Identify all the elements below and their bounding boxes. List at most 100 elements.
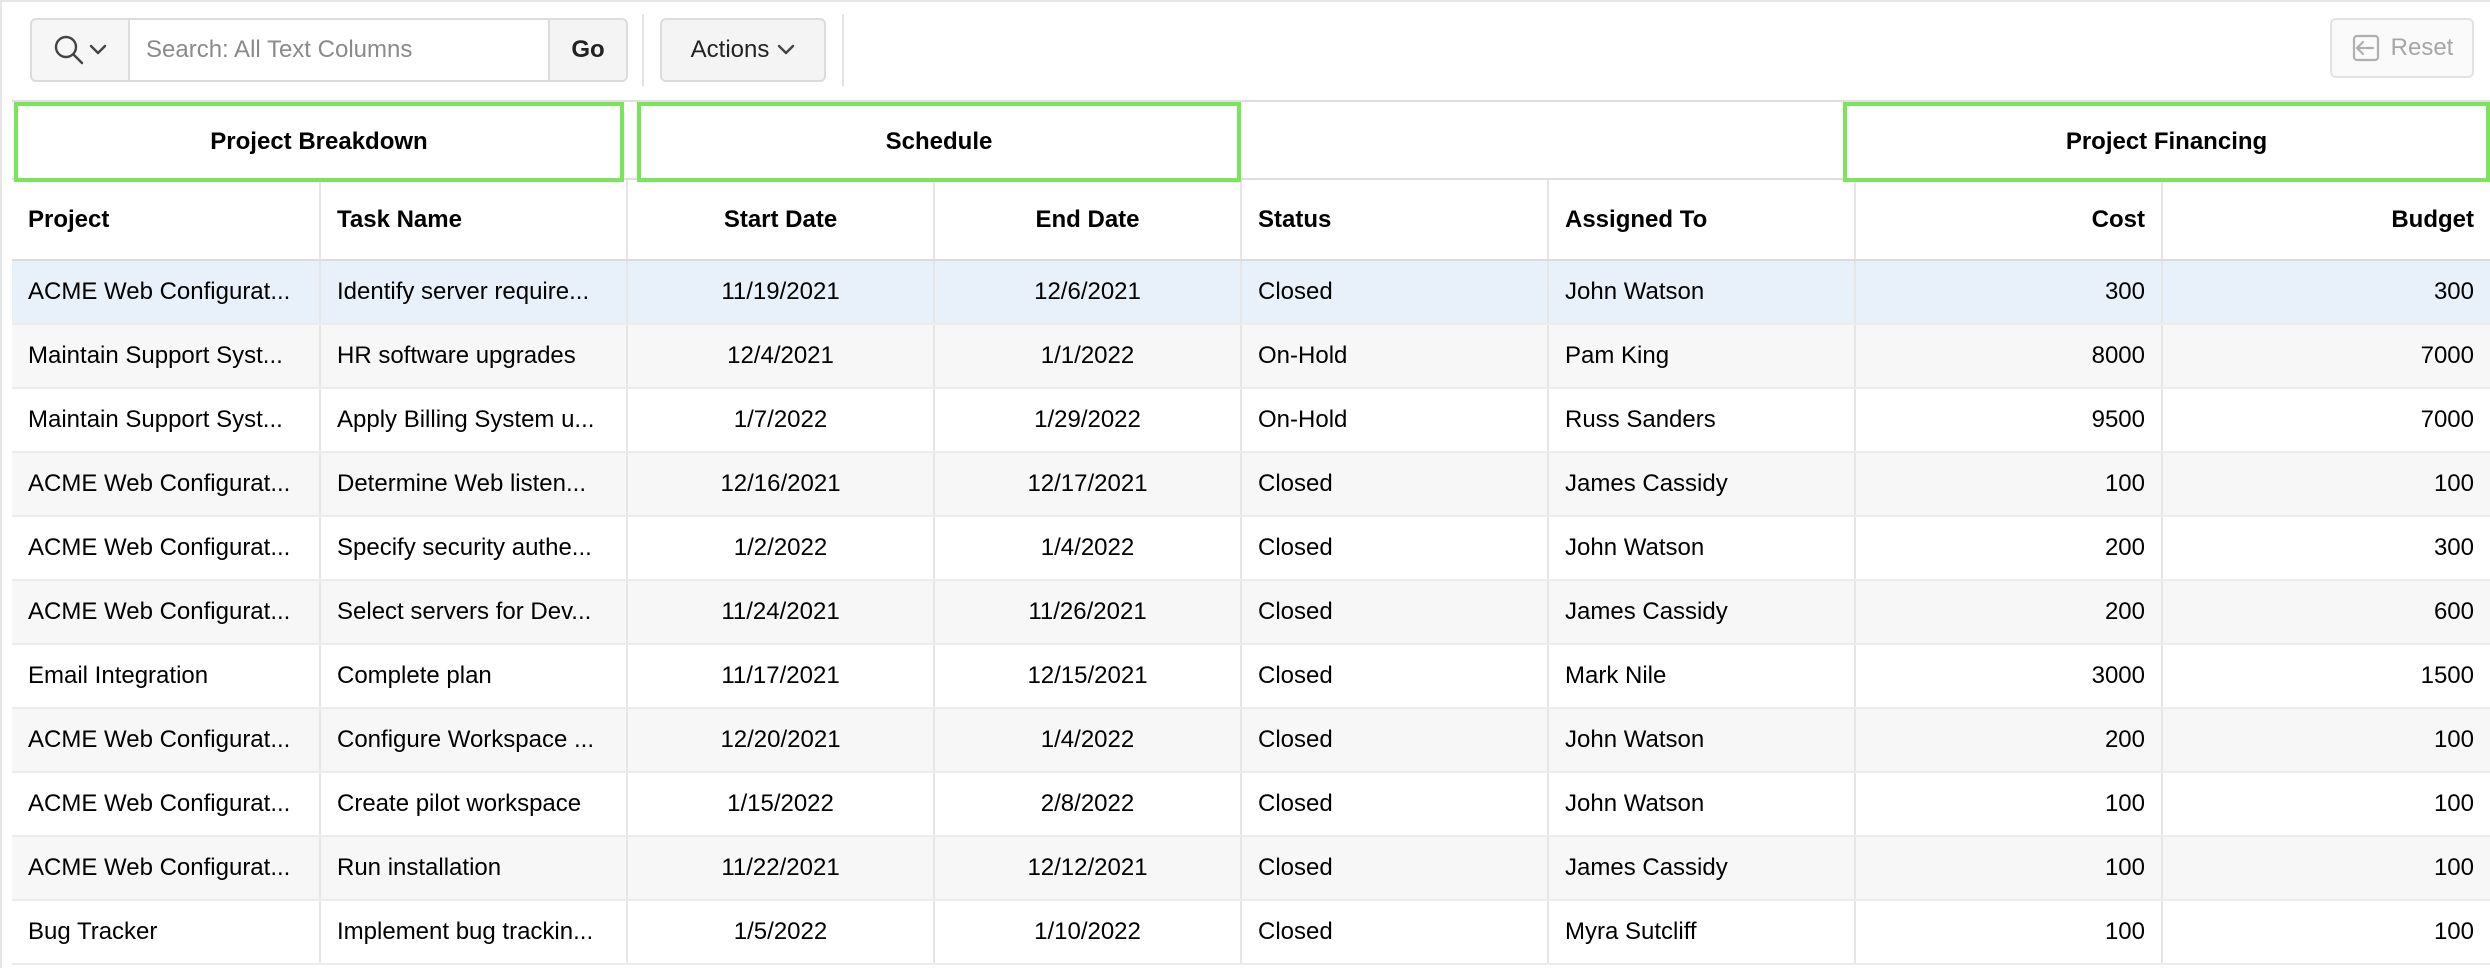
- cell-start-date: 11/19/2021: [627, 260, 935, 325]
- cell-cost: 200: [1855, 516, 2163, 581]
- cell-task-name: Configure Workspace ...: [320, 708, 628, 773]
- cell-task-name: Complete plan: [320, 644, 628, 709]
- reset-icon: [2351, 33, 2381, 63]
- search-column-selector[interactable]: [32, 20, 130, 80]
- cell-end-date: 1/1/2022: [934, 324, 1242, 389]
- table-row[interactable]: Bug Tracker Implement bug trackin... 1/5/2…: [12, 900, 2490, 965]
- column-header-budget[interactable]: Budget: [2162, 180, 2490, 261]
- table-row[interactable]: ACME Web Configurat... Select servers for…: [12, 580, 2490, 645]
- cell-project: ACME Web Configurat...: [12, 260, 321, 325]
- cell-project: ACME Web Configurat...: [12, 836, 321, 901]
- cell-cost: 100: [1855, 772, 2163, 837]
- table-row[interactable]: ACME Web Configurat... Create pilot works…: [12, 772, 2490, 837]
- cell-end-date: 12/15/2021: [934, 644, 1242, 709]
- cell-start-date: 11/22/2021: [627, 836, 935, 901]
- column-header-project[interactable]: Project: [12, 180, 321, 261]
- cell-start-date: 1/15/2022: [627, 772, 935, 837]
- table-row[interactable]: ACME Web Configurat... Identify server re…: [12, 260, 2490, 325]
- cell-status: Closed: [1241, 452, 1549, 517]
- column-header-end-date[interactable]: End Date: [934, 180, 1242, 261]
- table-row[interactable]: ACME Web Configurat... Configure Workspac…: [12, 708, 2490, 773]
- cell-budget: 100: [2162, 772, 2490, 837]
- reset-button[interactable]: Reset: [2330, 18, 2474, 78]
- cell-cost: 200: [1855, 708, 2163, 773]
- cell-task-name: Identify server require...: [320, 260, 628, 325]
- reset-label: Reset: [2390, 34, 2454, 61]
- cell-budget: 300: [2162, 516, 2490, 581]
- search-input[interactable]: [130, 20, 548, 80]
- cell-project: Maintain Support Syst...: [12, 388, 321, 453]
- cell-task-name: Select servers for Dev...: [320, 580, 628, 645]
- cell-end-date: 2/8/2022: [934, 772, 1242, 837]
- cell-task-name: Implement bug trackin...: [320, 900, 628, 965]
- cell-assigned-to: James Cassidy: [1548, 580, 1856, 645]
- toolbar-divider: [842, 14, 844, 86]
- column-header-status[interactable]: Status: [1241, 180, 1549, 261]
- cell-budget: 1500: [2162, 644, 2490, 709]
- column-header-cost[interactable]: Cost: [1855, 180, 2163, 261]
- cell-cost: 300: [1855, 260, 2163, 325]
- cell-budget: 100: [2162, 900, 2490, 965]
- cell-end-date: 12/17/2021: [934, 452, 1242, 517]
- cell-status: Closed: [1241, 708, 1549, 773]
- cell-task-name: Specify security authe...: [320, 516, 628, 581]
- cell-project: ACME Web Configurat...: [12, 580, 321, 645]
- cell-end-date: 1/10/2022: [934, 900, 1242, 965]
- cell-assigned-to: Pam King: [1548, 324, 1856, 389]
- table-row[interactable]: Maintain Support Syst... Apply Billing Sy…: [12, 388, 2490, 453]
- cell-project: ACME Web Configurat...: [12, 452, 321, 517]
- cell-start-date: 11/17/2021: [627, 644, 935, 709]
- cell-assigned-to: James Cassidy: [1548, 836, 1856, 901]
- cell-budget: 600: [2162, 580, 2490, 645]
- column-header-assigned-to[interactable]: Assigned To: [1548, 180, 1856, 261]
- cell-cost: 100: [1855, 900, 2163, 965]
- table-row[interactable]: ACME Web Configurat... Specify security a…: [12, 516, 2490, 581]
- cell-status: Closed: [1241, 772, 1549, 837]
- cell-budget: 7000: [2162, 388, 2490, 453]
- cell-project: Email Integration: [12, 644, 321, 709]
- table-row[interactable]: ACME Web Configurat... Run installation 11…: [12, 836, 2490, 901]
- cell-end-date: 12/6/2021: [934, 260, 1242, 325]
- cell-task-name: Apply Billing System u...: [320, 388, 628, 453]
- go-button[interactable]: Go: [548, 20, 626, 80]
- column-header-task-name[interactable]: Task Name: [320, 180, 628, 261]
- cell-end-date: 12/12/2021: [934, 836, 1242, 901]
- cell-cost: 3000: [1855, 644, 2163, 709]
- cell-status: Closed: [1241, 900, 1549, 965]
- cell-task-name: Determine Web listen...: [320, 452, 628, 517]
- cell-start-date: 11/24/2021: [627, 580, 935, 645]
- table-row[interactable]: Maintain Support Syst... HR software upgr…: [12, 324, 2490, 389]
- search-bar: Go: [30, 18, 628, 82]
- group-project-financing: Project Financing: [1843, 102, 2490, 182]
- cell-status: On-Hold: [1241, 324, 1549, 389]
- cell-start-date: 1/5/2022: [627, 900, 935, 965]
- table-row[interactable]: Email Integration Complete plan 11/17/2021…: [12, 644, 2490, 709]
- cell-assigned-to: Myra Sutcliff: [1548, 900, 1856, 965]
- column-group-header-row: Project Breakdown Schedule Project Finan…: [12, 100, 2490, 182]
- cell-cost: 9500: [1855, 388, 2163, 453]
- cell-start-date: 12/4/2021: [627, 324, 935, 389]
- cell-task-name: Run installation: [320, 836, 628, 901]
- cell-project: Maintain Support Syst...: [12, 324, 321, 389]
- cell-status: Closed: [1241, 836, 1549, 901]
- report-grid: Project Breakdown Schedule Project Finan…: [12, 100, 2490, 965]
- cell-assigned-to: John Watson: [1548, 516, 1856, 581]
- table-row[interactable]: ACME Web Configurat... Determine Web list…: [12, 452, 2490, 517]
- cell-assigned-to: John Watson: [1548, 772, 1856, 837]
- actions-label: Actions: [690, 36, 770, 63]
- column-header-start-date[interactable]: Start Date: [627, 180, 935, 261]
- cell-status: Closed: [1241, 644, 1549, 709]
- cell-assigned-to: Mark Nile: [1548, 644, 1856, 709]
- cell-project: ACME Web Configurat...: [12, 516, 321, 581]
- cell-start-date: 12/16/2021: [627, 452, 935, 517]
- cell-budget: 100: [2162, 708, 2490, 773]
- actions-menu-button[interactable]: Actions: [660, 18, 826, 82]
- report-toolbar: Go Actions Reset: [0, 0, 2490, 100]
- cell-cost: 100: [1855, 452, 2163, 517]
- cell-status: Closed: [1241, 516, 1549, 581]
- cell-start-date: 1/7/2022: [627, 388, 935, 453]
- chevron-down-icon: [777, 44, 795, 56]
- cell-project: ACME Web Configurat...: [12, 772, 321, 837]
- cell-project: ACME Web Configurat...: [12, 708, 321, 773]
- chevron-down-icon: [89, 44, 107, 56]
